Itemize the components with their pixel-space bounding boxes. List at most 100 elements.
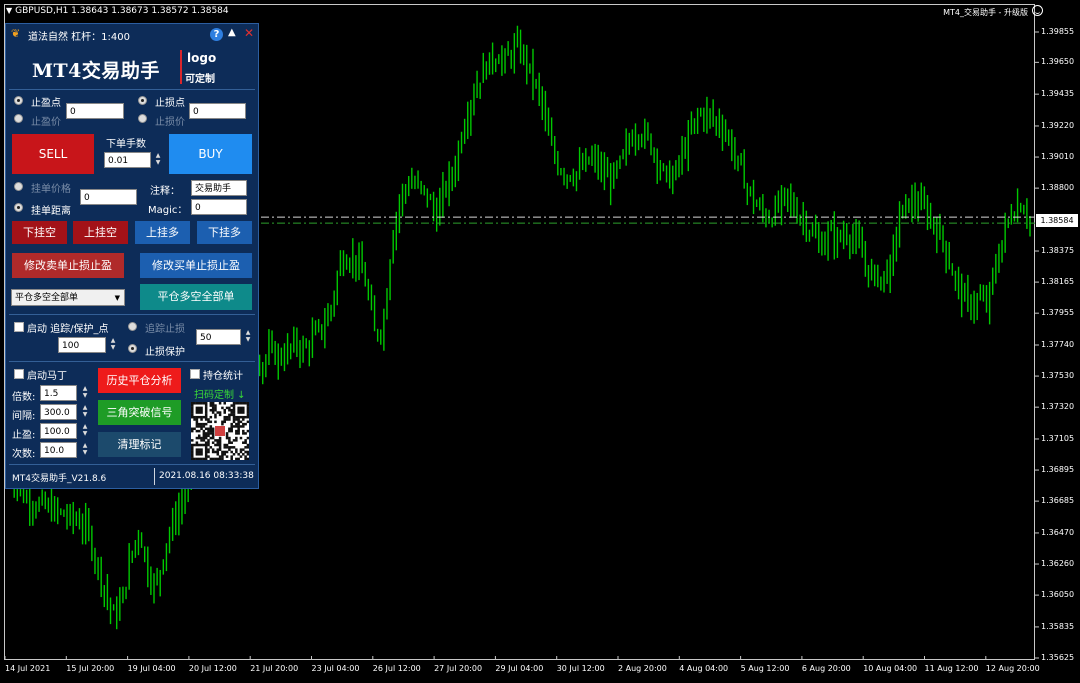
buy-limit-button[interactable]: 下挂多 [197, 221, 252, 244]
dropdown-triangle-icon[interactable]: ▼ [6, 6, 12, 15]
sl-point-radio[interactable] [138, 96, 147, 105]
trailing-label: 启动 追踪/保护_点 [27, 324, 109, 335]
qr-module [204, 422, 208, 426]
tp-martin-input[interactable]: 100.0 [40, 423, 77, 439]
qr-module [211, 436, 215, 440]
x-tick-label: 12 Aug 20:00 [985, 664, 1040, 673]
triangle-signal-button[interactable]: 三角突破信号 [98, 400, 181, 425]
tp-price-radio[interactable] [14, 114, 23, 123]
buy-button[interactable]: BUY [169, 134, 252, 174]
trailing-input[interactable]: 100 [58, 337, 106, 353]
qr-module [246, 436, 249, 440]
interval-spinner-icon[interactable]: ▲ ▼ [81, 404, 89, 420]
count-input[interactable]: 10.0 [40, 442, 77, 458]
qr-module [246, 443, 249, 447]
qr-module [246, 406, 249, 410]
sl-price-label: 止损价 [155, 117, 185, 128]
qr-module [197, 429, 201, 433]
history-analysis-button[interactable]: 历史平仓分析 [98, 368, 181, 393]
tp-martin-spinner-icon[interactable]: ▲ ▼ [81, 423, 89, 439]
qr-module [195, 441, 199, 444]
lots-label: 下单手数 [106, 139, 146, 150]
qr-module [195, 402, 199, 405]
close-type-select[interactable]: 平仓多空全部单 ▼ [11, 289, 125, 306]
qr-module [216, 448, 220, 451]
qr-module [232, 404, 236, 407]
sl-input[interactable]: 0 [189, 103, 246, 119]
lots-input[interactable]: 0.01 [104, 152, 151, 168]
x-tick-label: 21 Jul 20:00 [250, 664, 299, 673]
qr-module [197, 448, 201, 451]
qr-module [235, 439, 238, 442]
qr-module [235, 415, 238, 419]
buy-stop-button[interactable]: 上挂多 [135, 221, 190, 244]
position-stats-checkbox[interactable] [190, 369, 200, 379]
collapse-icon[interactable]: ▲ [228, 27, 236, 38]
qr-module [223, 418, 226, 421]
qr-module [195, 406, 199, 410]
qr-module [221, 406, 224, 410]
y-tick-label: 1.38800 [1041, 183, 1075, 193]
qr-module [221, 455, 224, 458]
smiley-icon[interactable] [1032, 5, 1043, 16]
multiplier-input[interactable]: 1.5 [40, 385, 77, 401]
logo-word: logo [187, 51, 217, 65]
sl-protect-radio[interactable] [128, 344, 137, 353]
qr-module [242, 415, 245, 419]
qr-module [244, 402, 247, 405]
close-all-button[interactable]: 平仓多空全部单 [140, 284, 252, 310]
qr-module [228, 413, 231, 417]
protect-input[interactable]: 50 [196, 329, 241, 345]
qr-module [202, 415, 206, 419]
sell-stop-button[interactable]: 下挂空 [12, 221, 67, 244]
trailing-spinner-icon[interactable]: ▲ ▼ [109, 337, 117, 353]
qr-module [246, 429, 249, 433]
trailing-checkbox[interactable] [14, 322, 24, 332]
qr-module [200, 427, 203, 431]
protect-spinner-icon[interactable]: ▲ ▼ [244, 329, 252, 345]
pending-input[interactable]: 0 [80, 189, 137, 205]
qr-module [221, 457, 224, 460]
qr-module [193, 427, 196, 431]
comment-input[interactable]: 交易助手 [191, 180, 247, 196]
y-tick-label: 1.36895 [1041, 465, 1075, 475]
qr-module [237, 432, 240, 435]
modify-sell-button[interactable]: 修改卖单止损止盈 [12, 253, 124, 278]
qr-module [235, 448, 238, 451]
close-icon[interactable]: ✕ [244, 26, 254, 40]
count-spinner-icon[interactable]: ▲ ▼ [81, 442, 89, 458]
multiplier-spinner-icon[interactable]: ▲ ▼ [81, 385, 89, 401]
tp-input[interactable]: 0 [66, 103, 124, 119]
y-tick-label: 1.36050 [1041, 590, 1075, 600]
help-icon[interactable]: ? [210, 28, 223, 41]
sell-limit-button[interactable]: 上挂空 [73, 221, 128, 244]
qr-module [244, 446, 247, 449]
trailing-stop-radio[interactable] [128, 322, 137, 331]
pending-price-radio[interactable] [14, 182, 23, 191]
interval-input[interactable]: 300.0 [40, 404, 77, 420]
qr-module [193, 418, 196, 421]
qr-module [225, 406, 229, 410]
qr-module [209, 427, 213, 431]
x-tick-label: 19 Jul 04:00 [127, 664, 176, 673]
qr-module [228, 439, 231, 442]
tp-price-label: 止盈价 [31, 117, 61, 128]
sell-button[interactable]: SELL [12, 134, 94, 174]
pending-distance-radio[interactable] [14, 203, 23, 212]
qr-module [242, 429, 245, 433]
qr-module [237, 408, 240, 412]
clear-marks-button[interactable]: 清理标记 [98, 432, 181, 457]
qr-module [214, 404, 217, 407]
x-tick-label: 11 Aug 12:00 [924, 664, 979, 673]
qr-module [230, 429, 233, 433]
martin-checkbox[interactable] [14, 369, 24, 379]
qr-module [230, 457, 233, 460]
qr-module [200, 457, 203, 460]
tp-point-radio[interactable] [14, 96, 23, 105]
divider [9, 314, 255, 315]
qr-module [191, 415, 194, 419]
magic-input[interactable]: 0 [191, 199, 247, 215]
sl-price-radio[interactable] [138, 114, 147, 123]
lots-spinner-icon[interactable]: ▲ ▼ [154, 152, 162, 168]
modify-buy-button[interactable]: 修改买单止损止盈 [140, 253, 252, 278]
